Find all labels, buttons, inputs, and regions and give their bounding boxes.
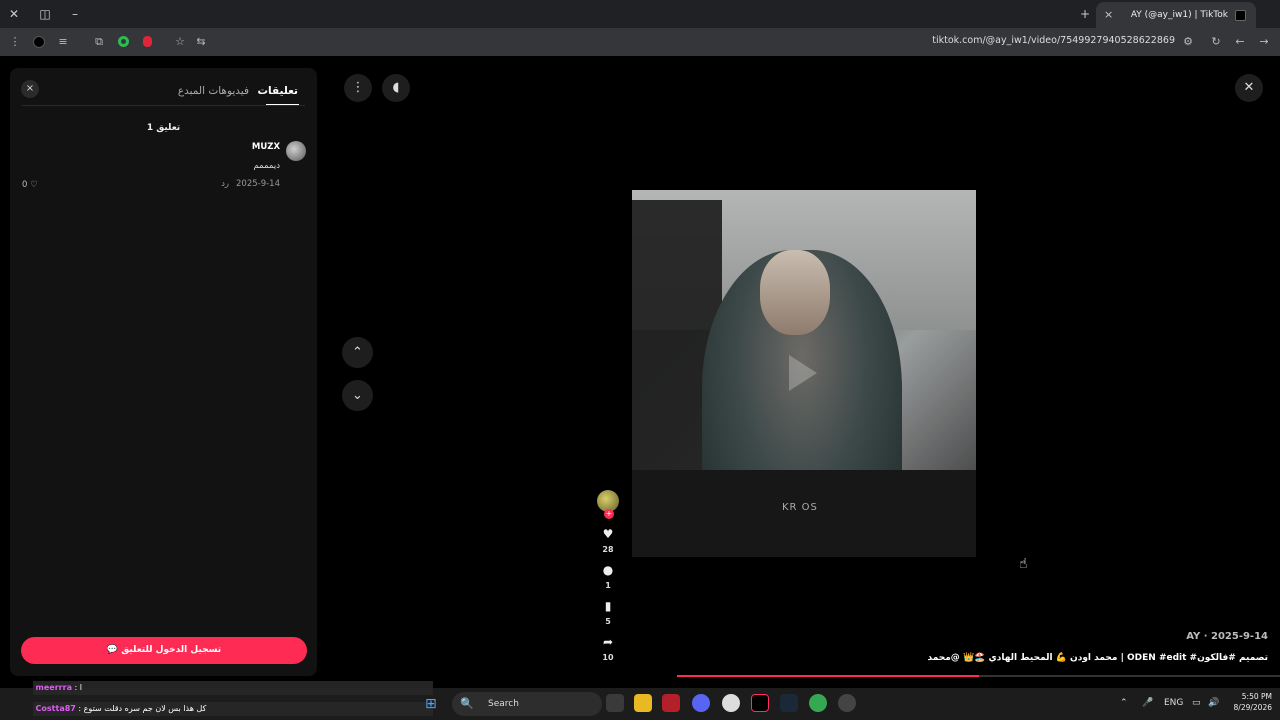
more-icon: ⋮ [351, 80, 365, 95]
new-tab-button[interactable]: + [1076, 5, 1094, 23]
chat-user: meerrra [35, 683, 72, 692]
hand-cursor-icon: ☝ [1019, 556, 1028, 572]
chevron-down-icon: ⌄ [352, 388, 363, 403]
clock-time: 5:50 PM [1241, 692, 1272, 701]
active-tab[interactable]: × AY (@ay_iw1) | TikTok [1096, 2, 1256, 28]
close-panel-button[interactable]: × [21, 80, 39, 98]
chat-text: : كل هذا بس لان جم سره دقلت ستوع [78, 704, 207, 713]
comment-date: 2025-9-14 [236, 179, 280, 189]
discord-icon[interactable] [692, 694, 710, 712]
system-clock[interactable]: 5:50 PM 8/29/2026 [1222, 691, 1272, 713]
extension-red-icon[interactable] [139, 34, 155, 50]
comment-text: ديمممم [253, 161, 280, 171]
taskbar-search[interactable]: 🔍 Search [452, 692, 602, 716]
tab-creator-videos[interactable]: فيديوهات المبدع [178, 85, 249, 97]
like-count: 28 [602, 545, 614, 554]
language-indicator[interactable]: ENG [1164, 698, 1183, 708]
search-icon: 🔍 [460, 697, 474, 710]
video-subject-head [760, 250, 830, 335]
extensions-icon[interactable]: ⧉ [91, 34, 107, 50]
minimize-icon[interactable]: – [66, 5, 84, 23]
volume-icon[interactable]: 🔊 [1208, 698, 1219, 708]
site-settings-icon[interactable]: ⚙ [1180, 34, 1196, 50]
network-icon[interactable]: ▭ [1192, 698, 1201, 708]
comments-panel: × تعليقات فيديوهات المبدع 1 تعليق MUZX د… [10, 68, 317, 676]
gym-floor [632, 470, 976, 557]
comment-bubble-icon: 💬 [106, 645, 122, 655]
video-caption: محمد اودن 💪 المحيط الهادي 🏖️👑 @محمد | OD… [927, 653, 1268, 663]
video-player[interactable]: KR OS [632, 190, 976, 557]
bookmark-star-icon[interactable]: ☆ [172, 34, 188, 50]
chat-user: Costta87 [35, 704, 76, 713]
menu-icon[interactable]: ⋮ [7, 34, 23, 50]
chat-line: Costta87 : كل هذا بس لان جم سره دقلت ستو… [33, 702, 433, 716]
play-icon [789, 355, 817, 391]
avatar[interactable] [286, 141, 306, 161]
comment-count: 1 تعليق [146, 123, 181, 133]
comment-count-action: 1 [605, 581, 611, 590]
mute-button[interactable]: ◖ [382, 74, 410, 102]
app-icon[interactable] [662, 694, 680, 712]
translate-icon[interactable]: ⇆ [193, 34, 209, 50]
file-explorer-icon[interactable] [634, 694, 652, 712]
chat-text: : ا [74, 683, 82, 692]
chevron-up-icon: ⌃ [352, 345, 363, 360]
comment-like-button[interactable]: 0 ♡ [22, 180, 38, 190]
tiktok-icon[interactable] [751, 694, 769, 712]
extension-green-icon[interactable] [115, 34, 131, 50]
app-icon-2[interactable] [722, 694, 740, 712]
address-bar[interactable]: tiktok.com/@ay_iw1/video/754992794052862… [880, 35, 1175, 46]
next-video-button[interactable]: ⌄ [342, 380, 373, 411]
steam-icon[interactable] [780, 694, 798, 712]
speaker-icon: ◖ [392, 80, 400, 95]
tab-search-icon[interactable]: ◫ [36, 5, 54, 23]
chat-line: meerrra : ا [33, 681, 433, 695]
tab-comments[interactable]: تعليقات [258, 85, 299, 97]
chrome-icon[interactable] [809, 694, 827, 712]
more-options-button[interactable]: ⋮ [344, 74, 372, 102]
video-watermark: KR OS [782, 502, 818, 513]
task-view-icon[interactable] [606, 694, 624, 712]
login-to-comment-label: تسجيل الدخول للتعليق [121, 645, 222, 655]
previous-video-button[interactable]: ⌃ [342, 337, 373, 368]
tab-close-icon[interactable]: × [1104, 2, 1113, 28]
login-to-comment-button[interactable]: 💬 تسجيل الدخول للتعليق [21, 637, 307, 664]
progress-fill [677, 675, 979, 677]
heart-icon[interactable]: ♥ [598, 527, 618, 541]
comment-username[interactable]: MUZX [252, 142, 280, 152]
heart-outline-icon: ♡ [27, 180, 38, 190]
tab-title: AY (@ay_iw1) | TikTok [1130, 10, 1228, 20]
reload-icon[interactable]: ↻ [1208, 34, 1224, 50]
forward-icon[interactable]: → [1256, 34, 1272, 50]
close-window-icon[interactable]: ✕ [5, 5, 23, 23]
browser-toolbar: ⋮ ≡ ⧉ ☆ ⇆ tiktok.com/@ay_iw1/video/75499… [0, 28, 1280, 56]
save-count: 5 [605, 617, 611, 626]
close-video-button[interactable]: ✕ [1235, 74, 1263, 102]
obs-icon[interactable] [838, 694, 856, 712]
share-count: 10 [602, 653, 614, 662]
reading-list-icon[interactable]: ≡ [55, 34, 71, 50]
author-date[interactable]: AY · 2025-9-14 [1186, 631, 1268, 642]
profile-icon[interactable] [31, 34, 47, 50]
comment-icon[interactable]: ● [598, 563, 618, 577]
share-icon[interactable]: ➦ [598, 635, 618, 649]
back-icon[interactable]: ← [1232, 34, 1248, 50]
tiktok-favicon-icon [1235, 10, 1246, 21]
chevron-up-tray-icon[interactable]: ⌃ [1120, 698, 1128, 708]
windows-start-icon[interactable]: ⊞ [425, 696, 441, 712]
bookmark-icon[interactable]: ▮ [598, 599, 618, 613]
browser-tab-bar: ✕ ◫ – + × AY (@ay_iw1) | TikTok [0, 0, 1280, 28]
reply-button[interactable]: رد [221, 179, 229, 189]
divider [22, 105, 305, 106]
clock-date: 8/29/2026 [1233, 703, 1272, 712]
microphone-icon[interactable]: 🎤 [1142, 698, 1153, 708]
search-label: Search [488, 699, 519, 709]
close-icon: ✕ [1243, 80, 1255, 95]
follow-plus-icon[interactable]: + [604, 509, 614, 519]
